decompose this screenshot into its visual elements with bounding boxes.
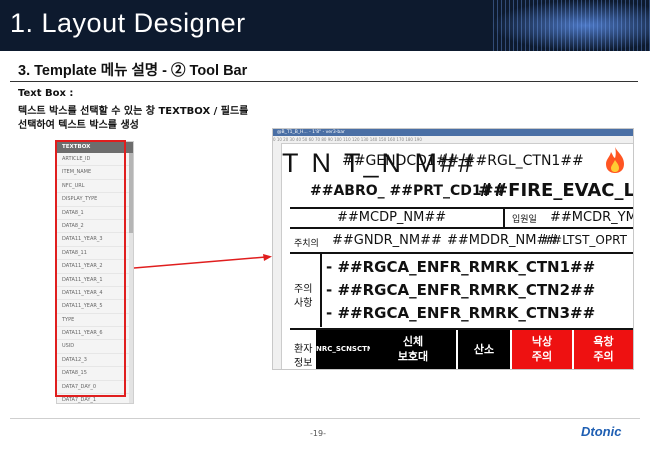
mcdr-field[interactable]: ##MCDR_YMD bbox=[550, 210, 633, 225]
ltst-oprt-field[interactable]: ##LTST_OPRT bbox=[542, 233, 627, 247]
notes-label: 주의 bbox=[294, 284, 313, 295]
overlay-top-text[interactable]: ##GENDCD1## ##RGL_CTN1## bbox=[342, 153, 584, 169]
slide-title: 1. Layout Designer bbox=[10, 8, 246, 38]
note-field-1[interactable]: ##RGCA_ENFR_RMRK_CTN1## bbox=[337, 258, 595, 276]
company-logo: Dtonic bbox=[581, 424, 622, 439]
description-title: Text Box : bbox=[18, 88, 74, 99]
table-rule bbox=[503, 208, 505, 227]
fall-caution-cell[interactable]: 낙상 주의 bbox=[512, 330, 572, 369]
abro-prt-field[interactable]: ##ABRO_ ##PRT_CD1## bbox=[310, 183, 505, 199]
section-divider bbox=[10, 81, 638, 82]
table-rule bbox=[320, 253, 322, 327]
vertical-ruler bbox=[273, 143, 282, 369]
note-field-2[interactable]: ##RGCA_ENFR_RMRK_CTN2## bbox=[337, 281, 595, 299]
admit-date-label: 입원일 bbox=[512, 215, 537, 225]
template-canvas[interactable]: T N T_N M## ##GENDCD1## ##RGL_CTN1## ##A… bbox=[282, 144, 633, 369]
horizontal-ruler: 0 10 20 30 40 50 60 70 80 90 100 110 120… bbox=[273, 136, 633, 144]
doctor-label: 주치의 bbox=[294, 239, 319, 249]
pointer-arrow-icon bbox=[134, 254, 272, 269]
header-decoration bbox=[490, 0, 650, 51]
note-field-3[interactable]: ##RGCA_ENFR_RMRK_CTN3## bbox=[337, 304, 595, 322]
description-line-1: 텍스트 박스를 선택할 수 있는 창 TEXTBOX / 필드를 bbox=[18, 106, 249, 117]
section-title: 3. Template 메뉴 설명 - ② Tool Bar bbox=[18, 63, 248, 79]
highlight-box bbox=[55, 140, 126, 397]
fire-evac-field[interactable]: ##FIRE_EVAC_L bbox=[478, 180, 633, 201]
table-rule bbox=[290, 252, 633, 254]
notes-label: 사항 bbox=[294, 298, 313, 309]
footer-divider bbox=[10, 418, 640, 419]
oxygen-cell[interactable]: 산소 bbox=[458, 330, 510, 369]
scrollbar-thumb[interactable] bbox=[129, 153, 133, 233]
mcdp-field[interactable]: ##MCDP_NM## bbox=[337, 210, 446, 225]
patient-label: 정보 bbox=[294, 358, 313, 369]
description-line-2: 선택하여 텍스트 박스를 생성 bbox=[18, 120, 139, 131]
slide-header: 1. Layout Designer bbox=[0, 0, 650, 51]
table-rule bbox=[290, 207, 633, 209]
gndr-field[interactable]: ##GNDR_NM## bbox=[332, 233, 442, 248]
pressure-sore-cell[interactable]: 욕창 주의 bbox=[574, 330, 633, 369]
nrc-field-cell[interactable]: NRC_SCNSCTN bbox=[316, 330, 373, 369]
patient-label: 환자 bbox=[294, 344, 313, 355]
editor-titlebar: @B_T1_B_H... - 1'8" - ver3-bar bbox=[273, 129, 633, 136]
table-rule bbox=[290, 227, 633, 229]
page-number: -19- bbox=[310, 429, 326, 438]
body-restraint-cell[interactable]: 신체 보호대 bbox=[370, 330, 456, 369]
layout-editor-canvas: @B_T1_B_H... - 1'8" - ver3-bar 0 10 20 3… bbox=[272, 128, 634, 370]
flame-icon bbox=[606, 147, 624, 173]
field-panel-scrollbar[interactable] bbox=[129, 153, 133, 403]
